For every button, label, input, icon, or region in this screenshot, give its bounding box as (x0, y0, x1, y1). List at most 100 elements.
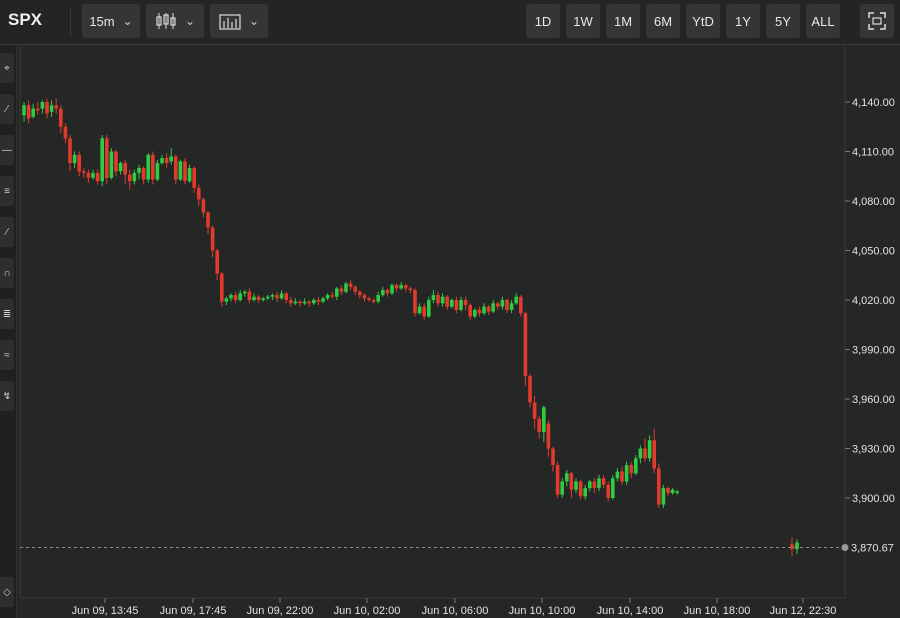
candle (183, 158, 187, 185)
candle (592, 478, 597, 494)
candle-body (197, 187, 201, 200)
candle (49, 100, 54, 117)
candle-body (390, 285, 394, 294)
candle (220, 271, 224, 307)
candle-body (790, 544, 794, 550)
candle (178, 159, 183, 182)
candle-body (404, 285, 408, 289)
candle (114, 149, 118, 177)
candle (477, 306, 482, 317)
candle-body (565, 473, 569, 482)
last-price-label: 3,870.67 (851, 543, 894, 555)
y-tick-label: 4,020.00 (852, 295, 895, 307)
candle-body (588, 481, 592, 489)
candle-body (399, 285, 403, 289)
candle (500, 296, 505, 310)
candle-body (339, 288, 344, 292)
candle-body (666, 488, 670, 494)
candle-body (597, 478, 601, 489)
candle-body (459, 300, 463, 310)
candle-body (661, 488, 666, 505)
candle-body (477, 309, 482, 314)
candle (146, 153, 150, 183)
candle (390, 283, 394, 296)
candle (261, 296, 265, 302)
candle (348, 280, 353, 291)
candle (666, 486, 670, 497)
price-chart[interactable]: 4,140.00 4,110.00 4,080.00 4,050.00 4,020.00… (0, 0, 900, 618)
candle (238, 290, 242, 302)
x-tick-label: Jun 10, 06:00 (422, 605, 489, 617)
candle (100, 135, 104, 187)
candle-body (330, 295, 334, 297)
candle-body (215, 250, 219, 274)
candle-body (555, 465, 560, 495)
candle-body (509, 303, 514, 310)
candle-body (270, 295, 275, 297)
y-tick-label: 4,140.00 (852, 97, 895, 109)
candle (128, 169, 132, 190)
candle (532, 395, 537, 429)
candle (638, 445, 643, 464)
candle (459, 296, 463, 312)
candle-body (367, 298, 371, 300)
candle-body (68, 138, 72, 164)
candle (795, 539, 799, 555)
candle-body (445, 296, 449, 307)
candle (578, 479, 583, 500)
candle (445, 295, 449, 310)
candle (436, 291, 440, 307)
candle-body (528, 375, 532, 403)
candle (381, 286, 385, 297)
candle (606, 481, 610, 502)
candle-body (321, 298, 325, 302)
y-axis: 4,140.00 4,110.00 4,080.00 4,050.00 4,020.00… (845, 97, 895, 505)
candle-body (574, 481, 578, 490)
x-tick-label: Jun 09, 13:45 (72, 605, 139, 617)
candle-body (454, 300, 459, 310)
candle (565, 469, 569, 487)
candle-body (137, 168, 141, 173)
candle (514, 293, 518, 305)
candle-body (266, 296, 270, 299)
candle-body (279, 293, 284, 299)
candle (482, 303, 486, 315)
candle-body (634, 458, 638, 474)
candle (325, 293, 330, 300)
candle (155, 159, 160, 182)
candle (422, 303, 426, 320)
candle (601, 474, 606, 489)
candle (132, 169, 137, 185)
y-tick-label: 4,080.00 (852, 196, 895, 208)
y-tick-label: 4,050.00 (852, 246, 895, 258)
candle-body (95, 172, 100, 182)
candle-body (36, 108, 40, 111)
candle (91, 169, 95, 180)
candle-body (482, 306, 486, 314)
candle-body (491, 303, 495, 312)
candle (187, 164, 192, 183)
candle (54, 98, 58, 114)
candle-body (569, 473, 574, 490)
candle-body (500, 300, 505, 307)
candle-body (496, 303, 500, 307)
candle (201, 197, 206, 218)
candle-body (210, 227, 215, 251)
candle (224, 296, 229, 305)
candle (95, 169, 100, 185)
candle-body (519, 296, 523, 314)
candle (431, 290, 436, 304)
candle-body (427, 300, 431, 317)
candle-body (307, 301, 311, 304)
candle-body (128, 174, 132, 182)
candle-body (583, 488, 587, 497)
candle (551, 446, 555, 472)
x-tick-label: Jun 10, 18:00 (684, 605, 751, 617)
candle-body (247, 291, 252, 300)
candle (169, 148, 173, 165)
candle (417, 303, 422, 315)
candle (427, 296, 431, 319)
candle (270, 293, 275, 300)
candle (293, 298, 298, 305)
candle-body (31, 108, 35, 117)
